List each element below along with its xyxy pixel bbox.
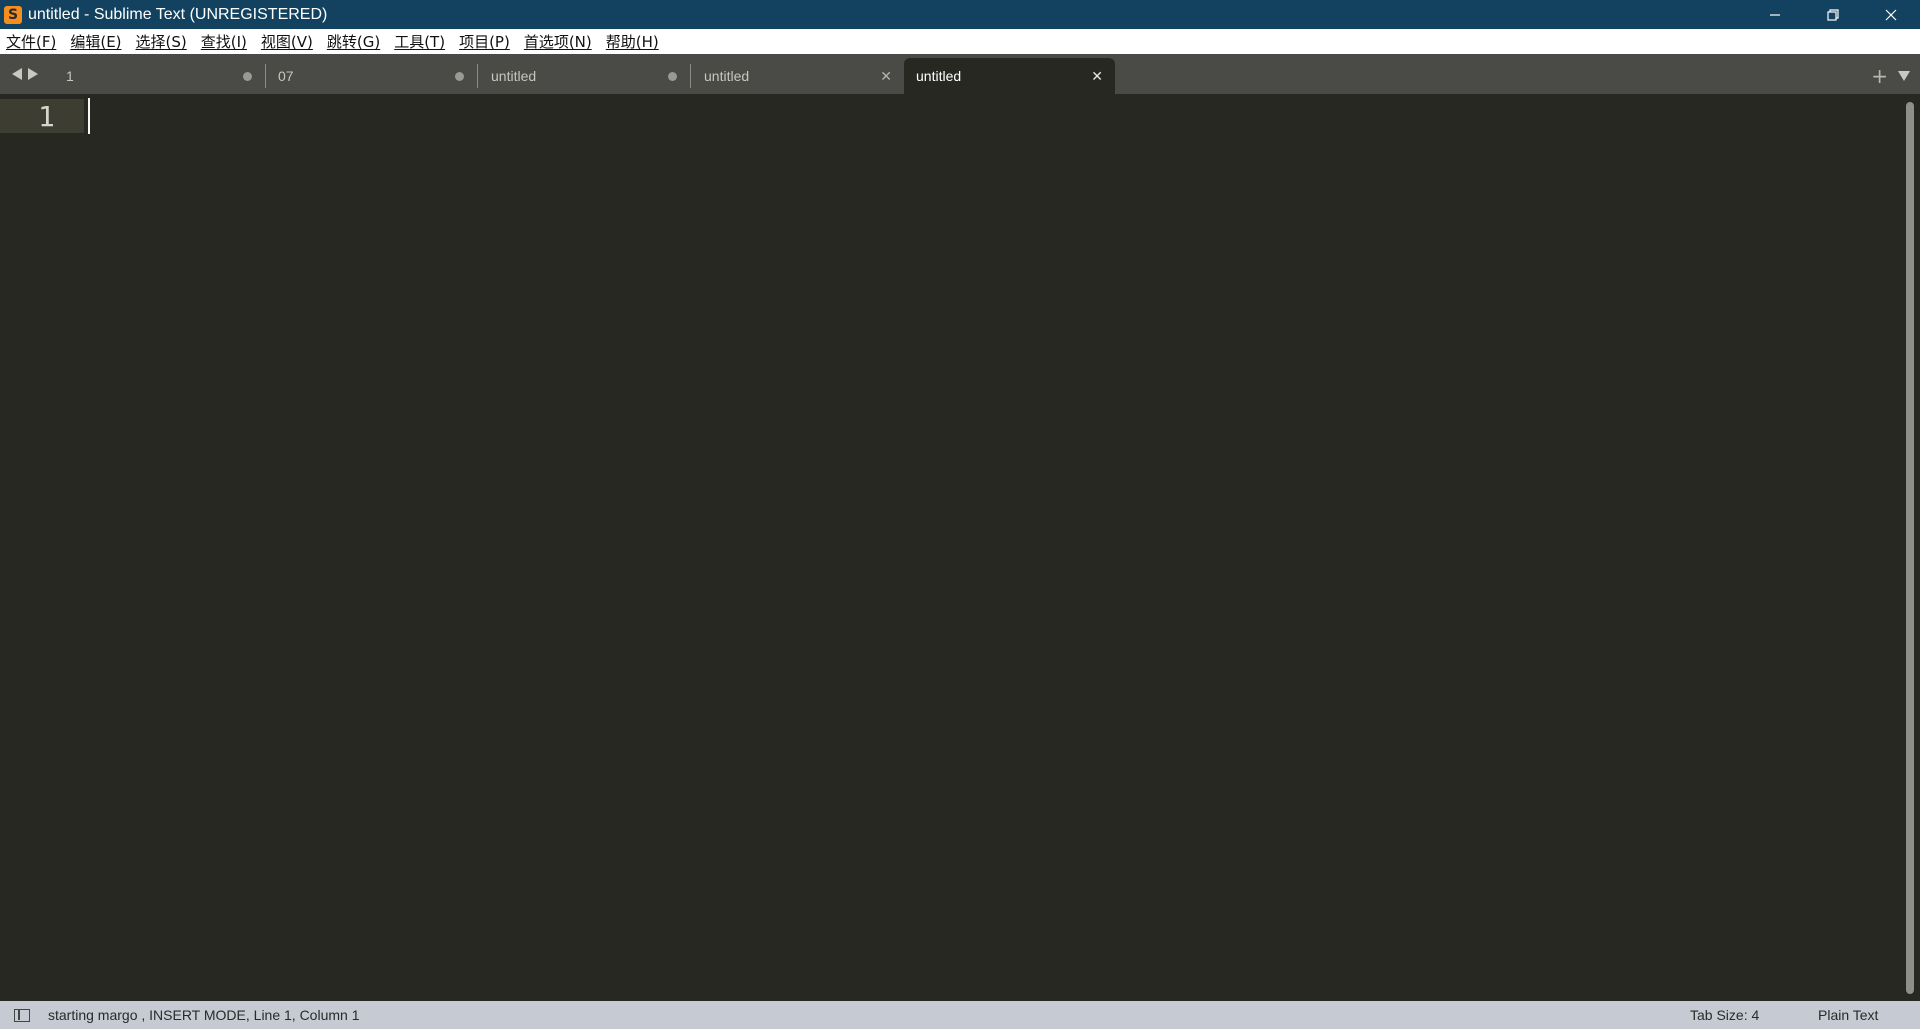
- unsaved-dot-icon: [243, 72, 252, 81]
- tab-separator: [477, 64, 478, 88]
- unsaved-dot-icon: [668, 72, 677, 81]
- tab-close-icon[interactable]: ✕: [1091, 68, 1103, 85]
- menu-file[interactable]: 文件(F): [6, 31, 56, 52]
- menu-selection[interactable]: 选择(S): [136, 31, 187, 52]
- tab-untitled-2[interactable]: untitled ✕: [692, 58, 904, 94]
- sublime-logo-icon: S: [4, 5, 22, 24]
- restore-button[interactable]: [1804, 0, 1862, 29]
- title-bar: S untitled - Sublime Text (UNREGISTERED): [0, 0, 1920, 29]
- menu-bar: 文件(F) 编辑(E) 选择(S) 查找(I) 视图(V) 跳转(G) 工具(T…: [0, 29, 1920, 54]
- window-title: untitled - Sublime Text (UNREGISTERED): [28, 5, 328, 23]
- minimize-button[interactable]: [1746, 0, 1804, 29]
- tab-prev-icon[interactable]: [12, 68, 22, 80]
- tab-list-dropdown-icon[interactable]: [1898, 71, 1910, 81]
- tab-07[interactable]: 07: [266, 58, 478, 94]
- unsaved-dot-icon: [455, 72, 464, 81]
- restore-icon: [1827, 8, 1839, 21]
- menu-view[interactable]: 视图(V): [261, 31, 313, 52]
- tab-navigation: [12, 68, 38, 80]
- tab-label: 07: [278, 68, 294, 84]
- tab-bar: 1 07 untitled untitled ✕ untitled ✕ +: [0, 54, 1920, 94]
- tab-1[interactable]: 1: [54, 58, 266, 94]
- tab-separator: [690, 64, 691, 88]
- tab-untitled-1[interactable]: untitled: [479, 58, 691, 94]
- menu-project[interactable]: 项目(P): [459, 31, 510, 52]
- tab-label: untitled: [916, 68, 962, 84]
- menu-help[interactable]: 帮助(H): [606, 31, 659, 52]
- editor-area[interactable]: 1: [0, 94, 1920, 1001]
- close-window-button[interactable]: [1862, 0, 1920, 29]
- tab-size-selector[interactable]: Tab Size: 4: [1690, 1007, 1759, 1023]
- tab-label: untitled: [704, 68, 750, 84]
- vertical-scrollbar[interactable]: [1906, 102, 1914, 994]
- tab-next-icon[interactable]: [28, 68, 38, 80]
- status-message: starting margo , INSERT MODE, Line 1, Co…: [48, 1007, 360, 1023]
- menu-find[interactable]: 查找(I): [201, 31, 247, 52]
- syntax-selector[interactable]: Plain Text: [1818, 1007, 1878, 1023]
- tab-close-icon[interactable]: ✕: [880, 68, 892, 85]
- tab-bar-actions: +: [1871, 64, 1910, 88]
- panel-toggle-icon[interactable]: [14, 1009, 30, 1022]
- close-icon: [1885, 9, 1897, 20]
- line-number: 1: [38, 100, 55, 133]
- tab-untitled-active[interactable]: untitled ✕: [904, 58, 1115, 94]
- tab-label: untitled: [491, 68, 537, 84]
- menu-edit[interactable]: 编辑(E): [70, 31, 121, 52]
- menu-goto[interactable]: 跳转(G): [327, 31, 380, 52]
- tab-label: 1: [66, 68, 74, 84]
- new-tab-button[interactable]: +: [1871, 64, 1888, 88]
- minimize-icon: [1770, 13, 1780, 16]
- text-caret: [88, 98, 90, 134]
- menu-preferences[interactable]: 首选项(N): [524, 31, 592, 52]
- status-bar: starting margo , INSERT MODE, Line 1, Co…: [0, 1001, 1920, 1029]
- menu-tools[interactable]: 工具(T): [394, 31, 445, 52]
- window-controls: [1746, 0, 1920, 29]
